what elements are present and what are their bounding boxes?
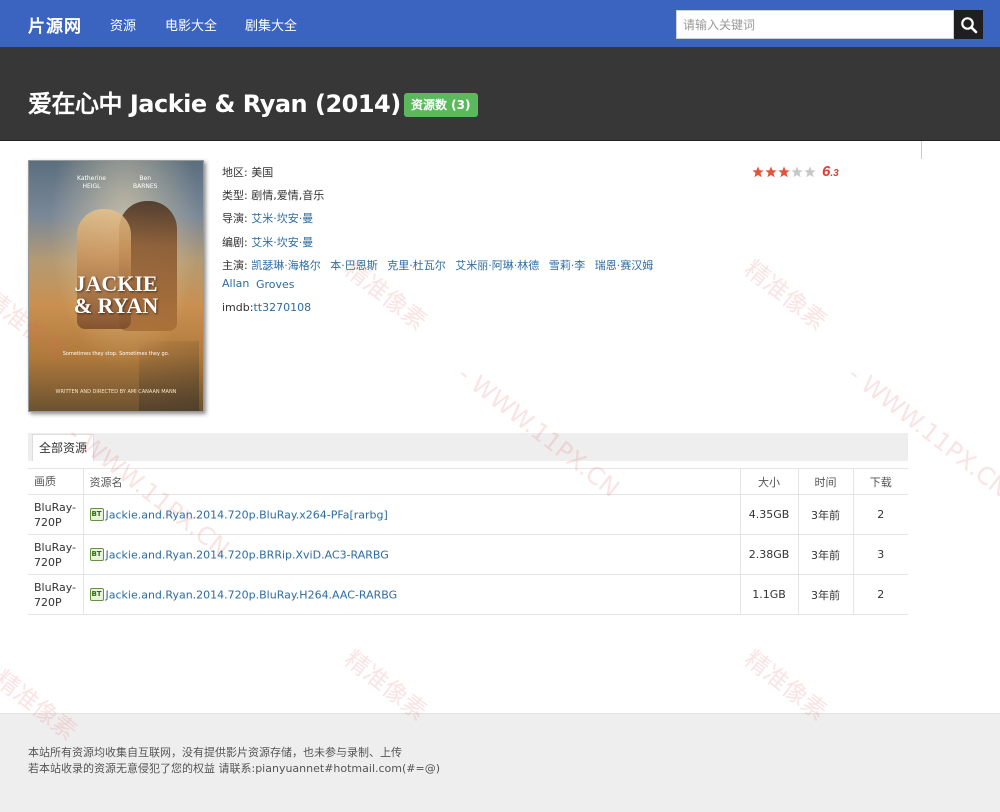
cast-link[interactable]: Allan bbox=[222, 277, 249, 290]
cast-label: 主演: bbox=[222, 259, 248, 272]
top-navbar: 片源网 资源 电影大全 剧集大全 bbox=[0, 0, 1000, 47]
info-cast-overflow: Groves bbox=[256, 276, 301, 294]
cast-link[interactable]: 艾米丽·阿琳·林德 bbox=[455, 259, 539, 272]
site-logo[interactable]: 片源网 bbox=[28, 12, 82, 37]
tab-all-resources[interactable]: 全部资源 bbox=[32, 434, 95, 461]
cast-link[interactable]: 瑞恩·赛汉姆 bbox=[595, 259, 654, 272]
poster-title-line2: & RYAN bbox=[73, 293, 159, 318]
bt-torrent-icon: BT bbox=[89, 588, 104, 602]
star-filled-icon bbox=[752, 166, 764, 177]
table-header-row: 画质 资源名 大小 时间 下载 bbox=[28, 468, 908, 495]
resources-table: 画质 资源名 大小 时间 下载 BluRay-720P BT Jackie.and… bbox=[28, 468, 908, 615]
rating-score-decimal: .3 bbox=[830, 168, 839, 179]
nav-link-movies[interactable]: 电影大全 bbox=[165, 15, 217, 34]
search-icon bbox=[960, 16, 977, 33]
bt-torrent-icon: BT bbox=[89, 548, 104, 562]
writer-link[interactable]: 艾米·坎安·曼 bbox=[251, 236, 313, 249]
cell-size: 1.1GB bbox=[739, 574, 798, 615]
genre-value: 剧情,爱情,音乐 bbox=[251, 189, 325, 202]
info-region: 地区: 美国 bbox=[222, 164, 273, 182]
rating-score: 6.3 bbox=[822, 163, 839, 180]
watermark: 精准像素 bbox=[739, 254, 832, 336]
star-filled-icon bbox=[778, 166, 790, 177]
cell-size: 2.38GB bbox=[739, 534, 798, 575]
header-name: 资源名 bbox=[82, 468, 740, 495]
search-input[interactable] bbox=[676, 10, 954, 39]
info-writer: 编剧: 艾米·坎安·曼 bbox=[222, 234, 319, 252]
cell-name: BT Jackie.and.Ryan.2014.720p.BluRay.x264-… bbox=[82, 494, 740, 535]
cell-size: 4.35GB bbox=[739, 494, 798, 535]
footer: 本站所有资源均收集自互联网，没有提供影片资源存储，也未参与录制、上传 若本站收录… bbox=[0, 713, 1000, 812]
star-empty-icon bbox=[804, 166, 816, 177]
info-genre: 类型: 剧情,爱情,音乐 bbox=[222, 187, 324, 205]
poster-tagline: Sometimes they stop. Sometimes they go. bbox=[62, 351, 170, 357]
cell-downloads: 3 bbox=[852, 534, 908, 575]
director-link[interactable]: 艾米·坎安·曼 bbox=[251, 212, 313, 225]
page-title: 爱在心中 Jackie & Ryan (2014) bbox=[28, 90, 401, 118]
cell-quality: BluRay-720P bbox=[28, 574, 83, 615]
resource-link[interactable]: Jackie.and.Ryan.2014.720p.BluRay.x264-PF… bbox=[106, 508, 388, 521]
cell-time: 3年前 bbox=[797, 494, 853, 535]
poster-title-line1: JACKIE bbox=[74, 271, 158, 296]
imdb-link[interactable]: tt3270108 bbox=[253, 301, 311, 314]
cast-link[interactable]: 雪莉·李 bbox=[549, 259, 586, 272]
cell-time: 3年前 bbox=[797, 574, 853, 615]
info-director: 导演: 艾米·坎安·曼 bbox=[222, 210, 319, 228]
footer-disclaimer: 本站所有资源均收集自互联网，没有提供影片资源存储，也未参与录制、上传 bbox=[28, 746, 402, 759]
poster-credit: WRITTEN AND DIRECTED BY AMI CANAAN MANN bbox=[55, 389, 177, 395]
region-label: 地区: bbox=[222, 166, 248, 179]
poster-actor-1: Katherine HEIGL bbox=[77, 175, 106, 190]
cast-link[interactable]: 凯瑟琳·海格尔 bbox=[251, 259, 321, 272]
cast-link[interactable]: 本·巴恩斯 bbox=[330, 259, 378, 272]
header-quality: 画质 bbox=[28, 468, 83, 495]
cell-quality: BluRay-720P bbox=[28, 494, 83, 535]
cell-quality: BluRay-720P bbox=[28, 534, 83, 575]
search-button[interactable] bbox=[954, 10, 983, 39]
cell-downloads: 2 bbox=[852, 494, 908, 535]
cell-name: BT Jackie.and.Ryan.2014.720p.BluRay.H264.… bbox=[82, 574, 740, 615]
resource-count-badge: 资源数 (3) bbox=[404, 93, 478, 117]
resources-tabbar bbox=[28, 433, 908, 461]
resource-link[interactable]: Jackie.and.Ryan.2014.720p.BRRip.XviD.AC3… bbox=[106, 548, 389, 561]
nav-link-resources[interactable]: 资源 bbox=[110, 15, 136, 34]
table-row: BluRay-720P BT Jackie.and.Ryan.2014.720p.… bbox=[28, 534, 908, 575]
star-empty-icon bbox=[791, 166, 803, 177]
genre-label: 类型: bbox=[222, 189, 248, 202]
cell-downloads: 2 bbox=[852, 574, 908, 615]
imdb-label: imdb: bbox=[222, 301, 254, 314]
info-imdb: imdb:tt3270108 bbox=[222, 299, 317, 317]
cast-link[interactable]: 克里·杜瓦尔 bbox=[387, 259, 446, 272]
header-time: 时间 bbox=[797, 468, 853, 495]
poster-actor-2: Ben BARNES bbox=[133, 175, 158, 190]
cell-time: 3年前 bbox=[797, 534, 853, 575]
footer-contact: 若本站收录的资源无意侵犯了您的权益 请联系:pianyuannet#hotmai… bbox=[28, 762, 441, 775]
divider bbox=[921, 141, 922, 159]
region-value: 美国 bbox=[251, 166, 274, 179]
movie-poster: Katherine HEIGL Ben BARNES JACKIE & RYAN… bbox=[28, 160, 204, 412]
cast-link[interactable]: Groves bbox=[256, 278, 295, 291]
header-downloads: 下载 bbox=[852, 468, 908, 495]
table-row: BluRay-720P BT Jackie.and.Ryan.2014.720p.… bbox=[28, 494, 908, 535]
resource-link[interactable]: Jackie.and.Ryan.2014.720p.BluRay.H264.AA… bbox=[106, 588, 398, 601]
writer-label: 编剧: bbox=[222, 236, 248, 249]
nav-link-series[interactable]: 剧集大全 bbox=[245, 15, 297, 34]
title-band: 爱在心中 Jackie & Ryan (2014) 资源数 (3) bbox=[0, 47, 1000, 141]
star-filled-icon bbox=[765, 166, 777, 177]
director-label: 导演: bbox=[222, 212, 248, 225]
cell-name: BT Jackie.and.Ryan.2014.720p.BRRip.XviD.A… bbox=[82, 534, 740, 575]
header-size: 大小 bbox=[739, 468, 798, 495]
rating: 6.3 bbox=[752, 163, 839, 180]
poster-title: JACKIE & RYAN bbox=[29, 273, 203, 317]
table-row: BluRay-720P BT Jackie.and.Ryan.2014.720p.… bbox=[28, 574, 908, 615]
bt-torrent-icon: BT bbox=[89, 508, 104, 522]
